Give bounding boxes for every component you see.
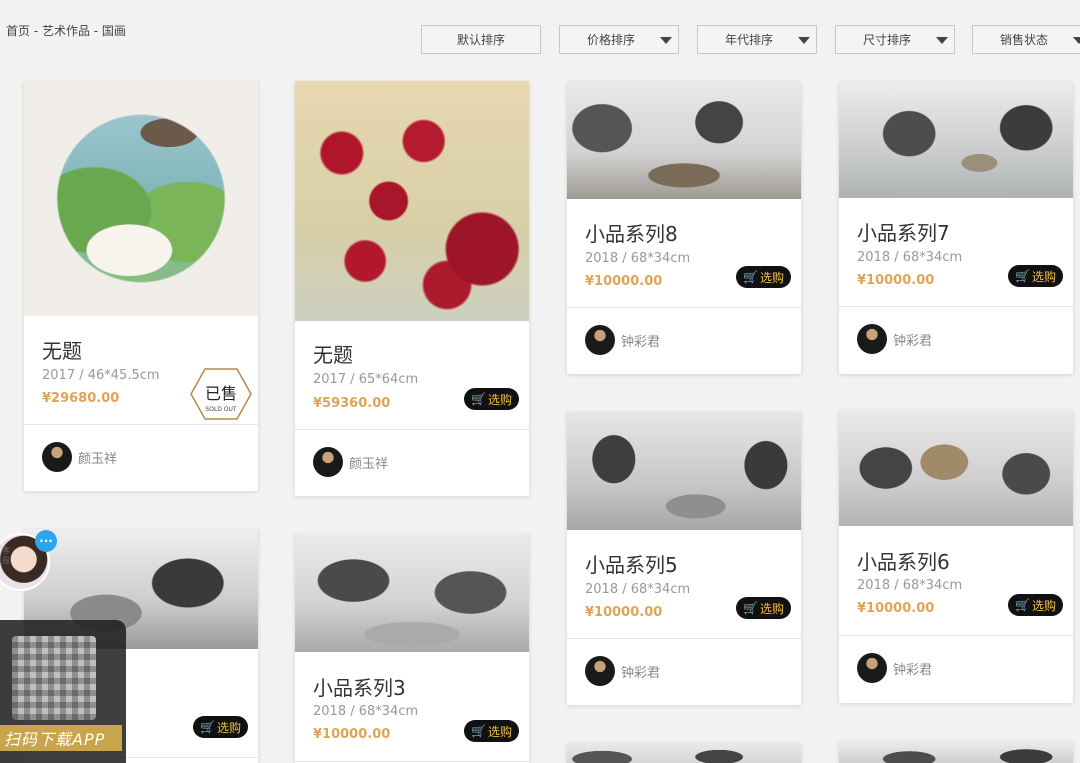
artwork-price: ¥10000.00 [313, 727, 391, 742]
artwork-price: ¥10000.00 [585, 274, 663, 289]
buy-button[interactable]: 🛒 选购 [1008, 265, 1063, 287]
artwork-image[interactable] [567, 412, 801, 530]
app-download-label: 扫码下载APP [0, 725, 122, 751]
artwork-title: 小品系列3 [313, 676, 406, 700]
sort-price-dropdown[interactable]: 价格排序 [559, 25, 679, 54]
artwork-card[interactable]: 小品系列8 2018 / 68*34cm ¥10000.00 🛒 选购 钟彩君 [567, 81, 801, 374]
cart-icon: 🛒 [200, 720, 215, 734]
artwork-title: 无题 [313, 343, 353, 367]
artwork-title: 小品系列7 [857, 221, 950, 245]
artist-avatar [313, 447, 343, 477]
artwork-image[interactable] [295, 533, 529, 652]
artwork-title: 无题 [42, 339, 82, 363]
chat-bubble-icon[interactable]: ··· [35, 530, 57, 552]
svg-text:SOLD OUT: SOLD OUT [205, 406, 237, 413]
buy-button[interactable]: 🛒 选购 [464, 720, 519, 742]
artwork-spec: 2018 / 68*34cm [857, 578, 963, 593]
artwork-card[interactable]: 小品系列6 2018 / 68*34cm ¥10000.00 🛒 选购 钟彩君 [839, 410, 1073, 703]
sold-out-stamp: 已售 SOLD OUT [190, 368, 252, 420]
artist-link[interactable]: 钟彩君 [857, 324, 932, 354]
artist-link[interactable]: 钟彩君 [857, 653, 932, 683]
artwork-image[interactable] [24, 81, 258, 316]
sort-year-label: 年代排序 [724, 33, 773, 47]
artist-name: 钟彩君 [621, 665, 661, 681]
artist-name: 钟彩君 [893, 662, 933, 678]
cart-icon: 🛒 [1015, 598, 1030, 612]
artwork-price: ¥10000.00 [857, 601, 935, 616]
buy-button[interactable]: 🛒 选购 [736, 266, 791, 288]
artwork-card[interactable]: 小品系列3 2018 / 68*34cm ¥10000.00 🛒 选购 [295, 533, 529, 763]
cart-icon: 🛒 [471, 392, 486, 406]
artwork-spec: 2017 / 46*45.5cm [42, 368, 160, 383]
artwork-spec: 2017 / 65*64cm [313, 372, 419, 387]
artist-link[interactable]: 钟彩君 [585, 325, 660, 355]
breadcrumb: 首页 - 艺术作品 - 国画 [6, 24, 126, 38]
artist-link[interactable]: 颜玉祥 [313, 447, 388, 477]
artwork-card[interactable]: 小品系列7 2018 / 68*34cm ¥10000.00 🛒 选购 钟彩君 [839, 81, 1073, 374]
qr-code [12, 636, 96, 720]
artist-name: 钟彩君 [621, 334, 661, 350]
artwork-title: 小品系列8 [585, 222, 678, 246]
customer-service-label: 客服 [2, 546, 10, 565]
artwork-image[interactable] [839, 410, 1073, 526]
artwork-spec: 2018 / 68*34cm [585, 251, 691, 266]
artwork-title: 小品系列6 [857, 550, 950, 574]
artwork-card[interactable]: 无题 2017 / 46*45.5cm ¥29680.00 已售 SOLD OU… [24, 81, 258, 491]
artist-avatar [42, 442, 72, 472]
artist-avatar [857, 653, 887, 683]
chevron-down-icon [936, 37, 948, 44]
artwork-card[interactable]: 无题 2017 / 65*64cm ¥59360.00 🛒 选购 颜玉祥 [295, 81, 529, 496]
chevron-down-icon [660, 37, 672, 44]
artist-name: 钟彩君 [893, 333, 933, 349]
artwork-card[interactable]: 小品系列5 2018 / 68*34cm ¥10000.00 🛒 选购 钟彩君 [567, 412, 801, 705]
chevron-down-icon [798, 37, 810, 44]
svg-text:已售: 已售 [205, 384, 237, 403]
artist-avatar [585, 656, 615, 686]
app-download-panel[interactable]: 扫码下载APP [0, 620, 126, 763]
artist-avatar [585, 325, 615, 355]
sort-year-dropdown[interactable]: 年代排序 [697, 25, 817, 54]
cart-icon: 🛒 [743, 270, 758, 284]
artwork-card[interactable] [567, 743, 801, 763]
artwork-title: 小品系列5 [585, 553, 678, 577]
artwork-price: ¥10000.00 [585, 605, 663, 620]
artist-avatar [857, 324, 887, 354]
chevron-down-icon [1073, 37, 1080, 44]
artist-name: 颜玉祥 [349, 456, 389, 472]
artwork-spec: 2018 / 68*34cm [313, 704, 419, 719]
buy-button[interactable]: 🛒 选购 [464, 388, 519, 410]
artwork-spec: 2018 / 68*34cm [585, 582, 691, 597]
artwork-price: ¥29680.00 [42, 391, 120, 406]
artwork-image[interactable] [567, 81, 801, 199]
sort-price-label: 价格排序 [586, 33, 635, 47]
artwork-card[interactable] [839, 741, 1073, 763]
sort-default-button[interactable]: 默认排序 [421, 25, 541, 54]
cart-icon: 🛒 [1015, 269, 1030, 283]
buy-button[interactable]: 🛒 选购 [736, 597, 791, 619]
buy-button[interactable]: 🛒 选购 [193, 716, 248, 738]
artwork-price: ¥10000.00 [857, 273, 935, 288]
artwork-spec: 2018 / 68*34cm [857, 250, 963, 265]
artwork-image[interactable] [839, 81, 1073, 198]
sort-status-dropdown[interactable]: 销售状态 [972, 25, 1080, 54]
artwork-image[interactable] [295, 81, 529, 321]
sort-size-dropdown[interactable]: 尺寸排序 [835, 25, 955, 54]
cart-icon: 🛒 [743, 601, 758, 615]
artwork-price: ¥59360.00 [313, 396, 391, 411]
sort-default-label: 默认排序 [456, 33, 505, 47]
artist-name: 颜玉祥 [78, 451, 118, 467]
artist-link[interactable]: 钟彩君 [585, 656, 660, 686]
sort-size-label: 尺寸排序 [862, 33, 911, 47]
artist-link[interactable]: 颜玉祥 [42, 442, 117, 472]
cart-icon: 🛒 [471, 724, 486, 738]
sort-status-label: 销售状态 [999, 33, 1048, 47]
buy-button[interactable]: 🛒 选购 [1008, 594, 1063, 616]
